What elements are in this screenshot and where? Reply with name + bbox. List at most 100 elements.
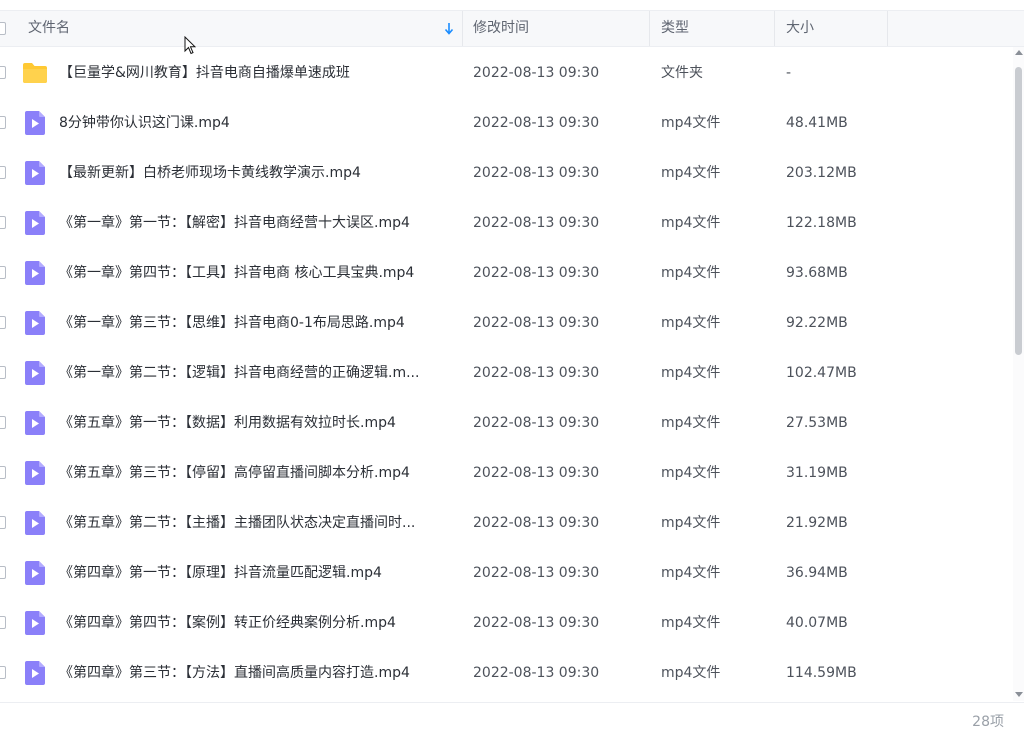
file-row[interactable]: 【最新更新】白桥老师现场卡黄线教学演示.mp4 2022-08-13 09:30 m… — [0, 148, 1014, 198]
file-row[interactable]: 《第五章》第三节：【停留】高停留直播间脚本分析.mp4 2022-08-13 09… — [0, 448, 1014, 498]
row-checkbox[interactable] — [0, 66, 6, 79]
file-size: 31.19MB — [786, 465, 848, 481]
scroll-down-arrow-icon[interactable] — [1015, 692, 1023, 697]
file-type: mp4文件 — [661, 315, 721, 331]
column-divider[interactable] — [649, 11, 650, 46]
file-name[interactable]: 【最新更新】白桥老师现场卡黄线教学演示.mp4 — [59, 148, 451, 198]
file-size: - — [786, 65, 792, 81]
row-checkbox[interactable] — [0, 466, 6, 479]
file-size: 114.59MB — [786, 665, 857, 681]
file-list-header: 文件名 修改时间 类型 大小 — [0, 10, 1024, 47]
video-file-icon — [22, 160, 48, 186]
row-checkbox[interactable] — [0, 116, 6, 129]
column-header-modified[interactable]: 修改时间 — [473, 11, 529, 46]
file-name[interactable]: 《第一章》第一节：【解密】抖音电商经营十大误区.mp4 — [59, 198, 451, 248]
file-type: mp4文件 — [661, 665, 721, 681]
column-divider[interactable] — [462, 11, 463, 46]
file-modified-time: 2022-08-13 09:30 — [473, 565, 600, 581]
file-modified-time: 2022-08-13 09:30 — [473, 115, 600, 131]
video-file-icon — [22, 460, 48, 486]
select-all-checkbox[interactable] — [0, 22, 6, 35]
video-file-icon — [22, 360, 48, 386]
row-checkbox[interactable] — [0, 516, 6, 529]
file-row[interactable]: 《第一章》第一节：【解密】抖音电商经营十大误区.mp4 2022-08-13 09… — [0, 198, 1014, 248]
row-checkbox[interactable] — [0, 566, 6, 579]
file-size: 36.94MB — [786, 565, 848, 581]
column-header-name[interactable]: 文件名 — [28, 11, 70, 46]
file-size: 203.12MB — [786, 165, 857, 181]
video-file-icon — [22, 260, 48, 286]
file-modified-time: 2022-08-13 09:30 — [473, 65, 600, 81]
file-row[interactable]: 《第一章》第二节：【逻辑】抖音电商经营的正确逻辑.m... 2022-08-13 … — [0, 348, 1014, 398]
file-name[interactable]: 《第四章》第三节：【方法】直播间高质量内容打造.mp4 — [59, 648, 451, 698]
video-file-icon — [22, 110, 48, 136]
file-size: 102.47MB — [786, 365, 857, 381]
row-checkbox[interactable] — [0, 266, 6, 279]
row-checkbox[interactable] — [0, 666, 6, 679]
file-name[interactable]: 《第五章》第三节：【停留】高停留直播间脚本分析.mp4 — [59, 448, 451, 498]
file-row[interactable]: 《第五章》第二节：【主播】主播团队状态决定直播间时... 2022-08-13 0… — [0, 498, 1014, 548]
file-modified-time: 2022-08-13 09:30 — [473, 415, 600, 431]
file-type: mp4文件 — [661, 465, 721, 481]
file-type: mp4文件 — [661, 115, 721, 131]
video-file-icon — [22, 560, 48, 586]
file-type: mp4文件 — [661, 615, 721, 631]
file-name[interactable]: 《第一章》第二节：【逻辑】抖音电商经营的正确逻辑.m... — [59, 348, 451, 398]
row-checkbox[interactable] — [0, 216, 6, 229]
file-row[interactable]: 《第四章》第三节：【方法】直播间高质量内容打造.mp4 2022-08-13 09… — [0, 648, 1014, 698]
file-size: 48.41MB — [786, 115, 848, 131]
scrollbar-thumb[interactable] — [1015, 67, 1022, 355]
file-name[interactable]: 《第五章》第二节：【主播】主播团队状态决定直播间时... — [59, 498, 451, 548]
file-row[interactable]: 《第一章》第三节：【思维】抖音电商0-1布局思路.mp4 2022-08-13 0… — [0, 298, 1014, 348]
file-row[interactable]: 【巨量学&网川教育】抖音电商自播爆单速成班 2022-08-13 09:30 文件夹… — [0, 48, 1014, 98]
video-file-icon — [22, 310, 48, 336]
file-modified-time: 2022-08-13 09:30 — [473, 315, 600, 331]
file-name[interactable]: 8分钟带你认识这门课.mp4 — [59, 98, 451, 148]
row-checkbox[interactable] — [0, 616, 6, 629]
scroll-up-arrow-icon[interactable] — [1015, 50, 1023, 55]
file-name[interactable]: 《第一章》第三节：【思维】抖音电商0-1布局思路.mp4 — [59, 298, 451, 348]
file-row[interactable]: 《第一章》第四节：【工具】抖音电商 核心工具宝典.mp4 2022-08-13 0… — [0, 248, 1014, 298]
folder-icon — [22, 60, 48, 86]
file-size: 21.92MB — [786, 515, 848, 531]
file-row[interactable]: 8分钟带你认识这门课.mp4 2022-08-13 09:30 mp4文件 48.41… — [0, 98, 1014, 148]
file-size: 122.18MB — [786, 215, 857, 231]
file-name[interactable]: 《第一章》第四节：【工具】抖音电商 核心工具宝典.mp4 — [59, 248, 451, 298]
column-divider[interactable] — [774, 11, 775, 46]
file-name[interactable]: 【巨量学&网川教育】抖音电商自播爆单速成班 — [59, 48, 451, 98]
file-type: mp4文件 — [661, 415, 721, 431]
file-modified-time: 2022-08-13 09:30 — [473, 365, 600, 381]
file-size: 40.07MB — [786, 615, 848, 631]
column-divider[interactable] — [887, 11, 888, 46]
file-type: mp4文件 — [661, 265, 721, 281]
file-modified-time: 2022-08-13 09:30 — [473, 165, 600, 181]
row-checkbox[interactable] — [0, 416, 6, 429]
file-modified-time: 2022-08-13 09:30 — [473, 615, 600, 631]
video-file-icon — [22, 610, 48, 636]
file-row[interactable]: 《第五章》第一节：【数据】利用数据有效拉时长.mp4 2022-08-13 09:… — [0, 398, 1014, 448]
row-checkbox[interactable] — [0, 166, 6, 179]
file-size: 93.68MB — [786, 265, 848, 281]
video-file-icon — [22, 410, 48, 436]
sort-descending-icon[interactable] — [443, 22, 455, 36]
file-row[interactable]: 《第四章》第一节：【原理】抖音流量匹配逻辑.mp4 2022-08-13 09:3… — [0, 548, 1014, 598]
status-bar: 28项 — [0, 702, 1024, 736]
file-name[interactable]: 《第四章》第一节：【原理】抖音流量匹配逻辑.mp4 — [59, 548, 451, 598]
column-header-type[interactable]: 类型 — [661, 11, 689, 46]
file-type: 文件夹 — [661, 65, 703, 81]
file-modified-time: 2022-08-13 09:30 — [473, 215, 600, 231]
file-row[interactable]: 《第四章》第四节：【案例】转正价经典案例分析.mp4 2022-08-13 09:… — [0, 598, 1014, 648]
file-size: 27.53MB — [786, 415, 848, 431]
file-modified-time: 2022-08-13 09:30 — [473, 515, 600, 531]
vertical-scrollbar[interactable] — [1013, 47, 1024, 701]
file-type: mp4文件 — [661, 165, 721, 181]
video-file-icon — [22, 210, 48, 236]
file-type: mp4文件 — [661, 215, 721, 231]
row-checkbox[interactable] — [0, 316, 6, 329]
file-name[interactable]: 《第五章》第一节：【数据】利用数据有效拉时长.mp4 — [59, 398, 451, 448]
column-header-size[interactable]: 大小 — [786, 11, 814, 46]
row-checkbox[interactable] — [0, 366, 6, 379]
file-modified-time: 2022-08-13 09:30 — [473, 665, 600, 681]
video-file-icon — [22, 660, 48, 686]
file-name[interactable]: 《第四章》第四节：【案例】转正价经典案例分析.mp4 — [59, 598, 451, 648]
